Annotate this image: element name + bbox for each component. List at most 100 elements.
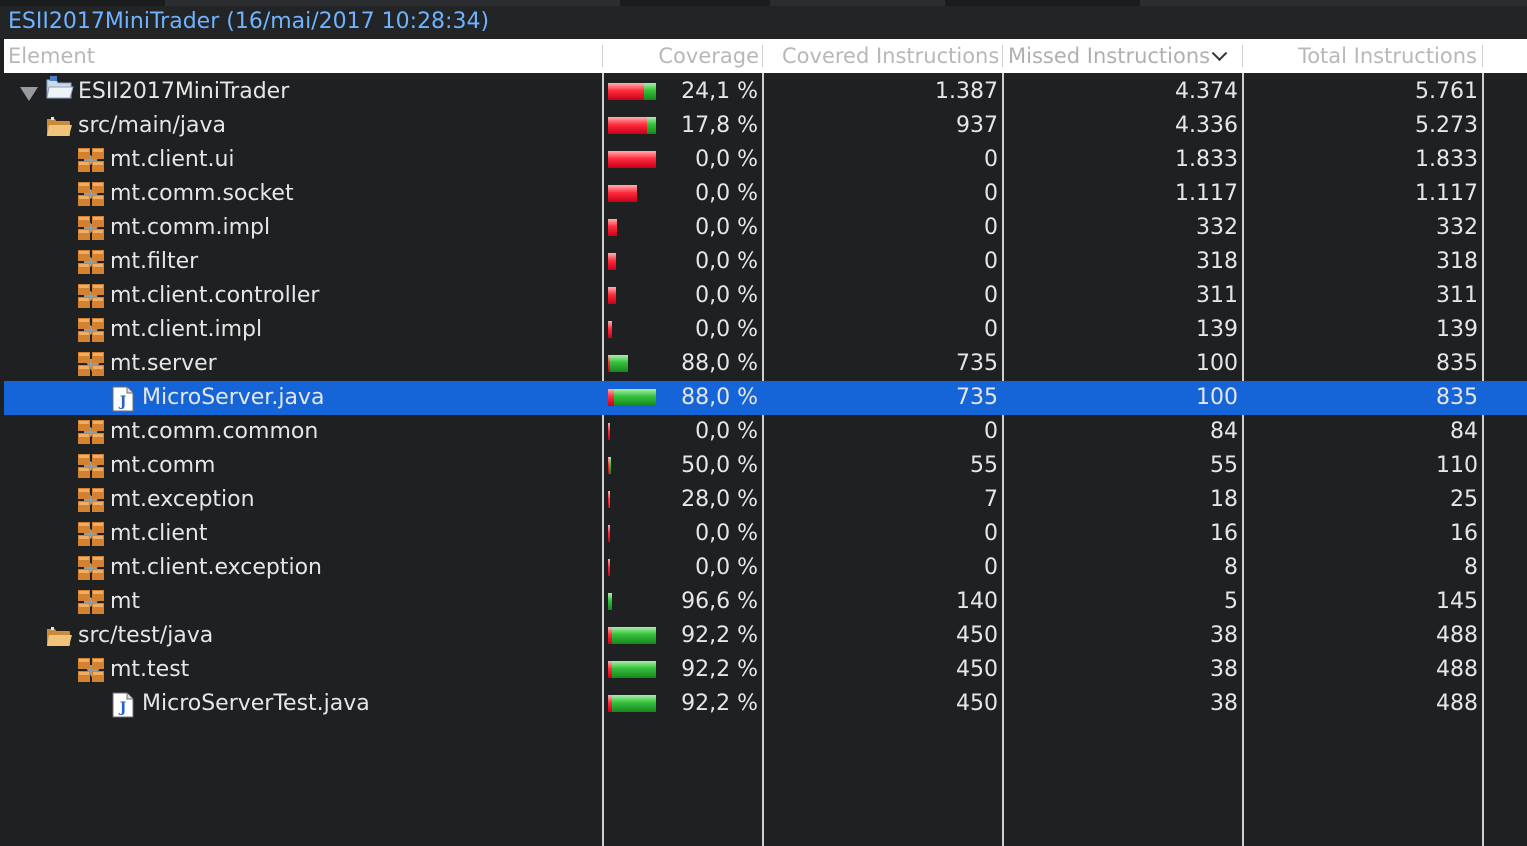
tree-row-esii2017minitrader[interactable]: ESII2017MiniTrader 24,1 % 1.387 4.374 5.761 bbox=[4, 75, 1527, 109]
coverage-bar-covered bbox=[609, 491, 610, 508]
coverage-bar-missed bbox=[608, 83, 644, 100]
tree-row-mt-client[interactable]: mt.client 0,0 % 0 16 16 bbox=[4, 517, 1527, 551]
total-instructions-value: 1.117 bbox=[1415, 181, 1478, 206]
column-header-element[interactable]: Element bbox=[8, 39, 598, 73]
coverage-bar-missed bbox=[608, 525, 610, 542]
tree-row-mt-client-impl[interactable]: mt.client.impl 0,0 % 0 139 139 bbox=[4, 313, 1527, 347]
package-icon bbox=[78, 658, 104, 682]
svg-text:J: J bbox=[118, 394, 127, 410]
coverage-bar bbox=[608, 423, 610, 440]
coverage-bar bbox=[608, 219, 617, 236]
tree-row-mt-comm-socket[interactable]: mt.comm.socket 0,0 % 0 1.117 1.117 bbox=[4, 177, 1527, 211]
coverage-value: 17,8 % bbox=[681, 113, 758, 138]
missed-instructions-value: 1.833 bbox=[1175, 147, 1238, 172]
chevron-down-icon bbox=[1211, 45, 1228, 62]
tree-row-mt-filter[interactable]: mt.filter 0,0 % 0 318 318 bbox=[4, 245, 1527, 279]
tree-row-mt-client-ui[interactable]: mt.client.ui 0,0 % 0 1.833 1.833 bbox=[4, 143, 1527, 177]
coverage-bar-missed bbox=[608, 151, 656, 168]
missed-instructions-value: 18 bbox=[1210, 487, 1238, 512]
tree-row-mt-comm-common[interactable]: mt.comm.common 0,0 % 0 84 84 bbox=[4, 415, 1527, 449]
tree-row-src-main-java[interactable]: src/main/java 17,8 % 937 4.336 5.273 bbox=[4, 109, 1527, 143]
total-instructions-value: 5.761 bbox=[1415, 79, 1478, 104]
package-icon bbox=[78, 488, 104, 512]
coverage-bar-covered bbox=[610, 355, 628, 372]
coverage-value: 0,0 % bbox=[695, 419, 758, 444]
coverage-bar-covered bbox=[612, 661, 656, 678]
package-icon bbox=[78, 454, 104, 478]
tree-row-mt-client-controller[interactable]: mt.client.controller 0,0 % 0 311 311 bbox=[4, 279, 1527, 313]
missed-instructions-value: 4.374 bbox=[1175, 79, 1238, 104]
coverage-value: 0,0 % bbox=[695, 147, 758, 172]
missed-instructions-value: 318 bbox=[1196, 249, 1238, 274]
package-icon bbox=[78, 420, 104, 444]
coverage-bar-missed bbox=[608, 321, 612, 338]
element-name: mt.filter bbox=[110, 249, 199, 274]
element-name: MicroServerTest.java bbox=[142, 691, 370, 716]
tree-row-microservertest-java[interactable]: J MicroServerTest.java 92,2 % 450 38 488 bbox=[4, 687, 1527, 721]
column-divider[interactable] bbox=[602, 45, 603, 67]
column-divider[interactable] bbox=[1002, 45, 1003, 67]
tree-row-mt-server[interactable]: mt.server 88,0 % 735 100 835 bbox=[4, 347, 1527, 381]
tree-row-mt-test[interactable]: mt.test 92,2 % 450 38 488 bbox=[4, 653, 1527, 687]
package-icon bbox=[78, 352, 104, 376]
total-instructions-value: 488 bbox=[1436, 623, 1478, 648]
covered-instructions-value: 0 bbox=[984, 555, 998, 580]
covered-instructions-value: 0 bbox=[984, 419, 998, 444]
covered-instructions-value: 450 bbox=[956, 657, 998, 682]
covered-instructions-value: 140 bbox=[956, 589, 998, 614]
coverage-bar-missed bbox=[608, 559, 610, 576]
package-icon bbox=[78, 148, 104, 172]
tree-row-microserver-java[interactable]: J MicroServer.java 88,0 % 735 100 835 bbox=[4, 381, 1527, 415]
folder-icon bbox=[46, 624, 72, 648]
column-divider[interactable] bbox=[762, 45, 763, 67]
triangle-down-icon[interactable] bbox=[20, 87, 38, 101]
tree-row-mt-comm[interactable]: mt.comm 50,0 % 55 55 110 bbox=[4, 449, 1527, 483]
element-name: mt.comm.socket bbox=[110, 181, 294, 206]
coverage-bar bbox=[608, 83, 656, 100]
column-divider[interactable] bbox=[1242, 45, 1243, 67]
tree-row-src-test-java[interactable]: src/test/java 92,2 % 450 38 488 bbox=[4, 619, 1527, 653]
total-instructions-value: 488 bbox=[1436, 657, 1478, 682]
covered-instructions-value: 1.387 bbox=[935, 79, 998, 104]
coverage-bar-missed bbox=[608, 253, 616, 270]
element-name: mt.comm.common bbox=[110, 419, 319, 444]
missed-instructions-value: 38 bbox=[1210, 623, 1238, 648]
tree-row-mt-exception[interactable]: mt.exception 28,0 % 7 18 25 bbox=[4, 483, 1527, 517]
total-instructions-value: 311 bbox=[1436, 283, 1478, 308]
coverage-value: 0,0 % bbox=[695, 283, 758, 308]
column-header-covered-instructions[interactable]: Covered Instructions bbox=[782, 39, 1004, 73]
coverage-bar bbox=[608, 525, 610, 542]
total-instructions-value: 84 bbox=[1450, 419, 1478, 444]
coverage-bar bbox=[608, 287, 616, 304]
missed-instructions-value: 100 bbox=[1196, 351, 1238, 376]
element-name: mt.client.impl bbox=[110, 317, 263, 342]
element-name: mt bbox=[110, 589, 141, 614]
tree-row-mt-comm-impl[interactable]: mt.comm.impl 0,0 % 0 332 332 bbox=[4, 211, 1527, 245]
column-divider[interactable] bbox=[1482, 45, 1483, 67]
column-header-missed-instructions[interactable]: Missed Instructions bbox=[1008, 39, 1236, 73]
column-header-total-instructions[interactable]: Total Instructions bbox=[1244, 39, 1477, 73]
coverage-bar-missed bbox=[608, 423, 610, 440]
coverage-bar-covered bbox=[612, 627, 656, 644]
coverage-bar bbox=[608, 185, 637, 202]
column-header-coverage[interactable]: Coverage bbox=[604, 39, 759, 73]
package-icon bbox=[78, 250, 104, 274]
total-instructions-value: 145 bbox=[1436, 589, 1478, 614]
coverage-bar-missed bbox=[608, 117, 647, 134]
element-name: mt.client.ui bbox=[110, 147, 235, 172]
element-name: mt.comm bbox=[110, 453, 216, 478]
coverage-value: 88,0 % bbox=[681, 351, 758, 376]
element-name: src/main/java bbox=[78, 113, 227, 138]
tree-row-mt-client-exception[interactable]: mt.client.exception 0,0 % 0 8 8 bbox=[4, 551, 1527, 585]
coverage-bar bbox=[608, 661, 656, 678]
missed-instructions-value: 84 bbox=[1210, 419, 1238, 444]
element-name: ESII2017MiniTrader bbox=[78, 79, 290, 104]
covered-instructions-value: 735 bbox=[956, 351, 998, 376]
total-instructions-value: 16 bbox=[1450, 521, 1478, 546]
coverage-value: 88,0 % bbox=[681, 385, 758, 410]
project-icon bbox=[44, 76, 74, 100]
element-name: mt.client bbox=[110, 521, 208, 546]
covered-instructions-value: 0 bbox=[984, 249, 998, 274]
tree-row-mt[interactable]: mt 96,6 % 140 5 145 bbox=[4, 585, 1527, 619]
total-instructions-value: 835 bbox=[1436, 351, 1478, 376]
